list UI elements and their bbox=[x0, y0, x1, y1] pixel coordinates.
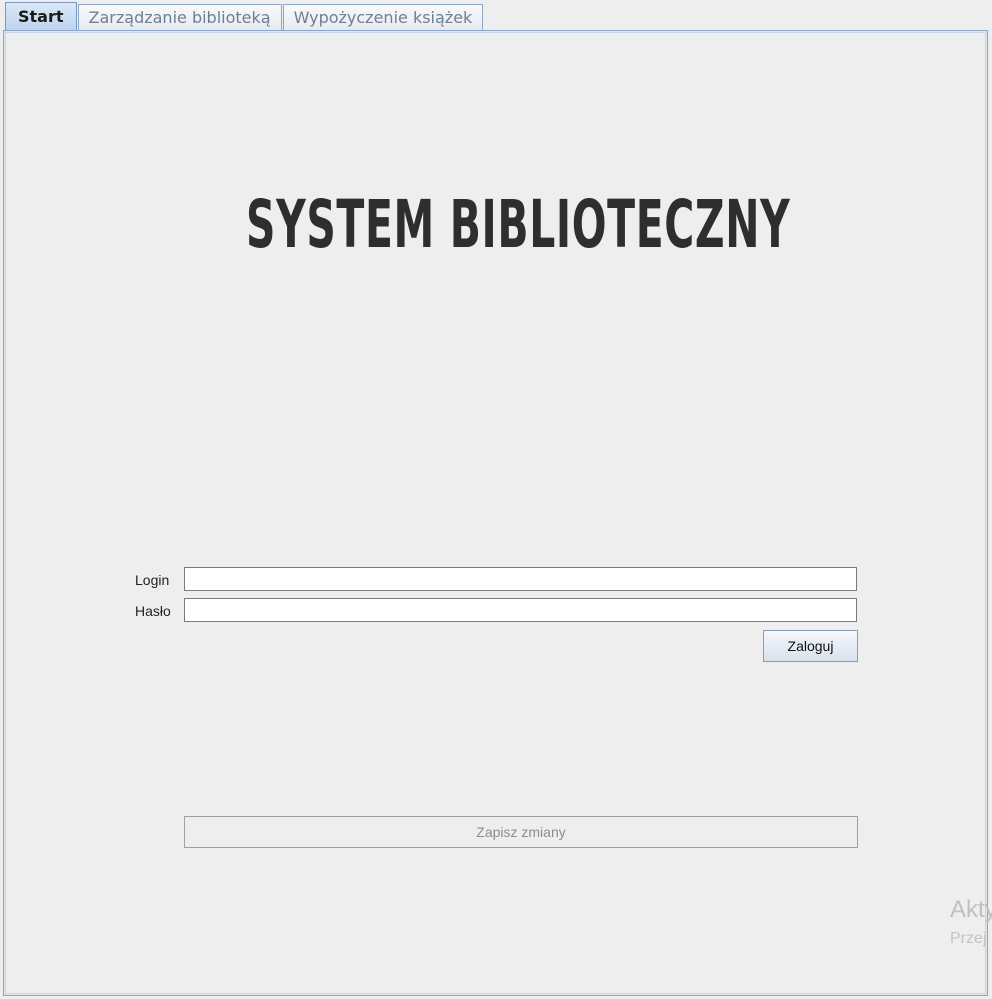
tab-book-lending[interactable]: Wypożyczenie książek bbox=[282, 4, 484, 30]
save-changes-button[interactable]: Zapisz zmiany bbox=[184, 816, 858, 848]
application-window: Start Zarządzanie biblioteką Wypożyczeni… bbox=[0, 0, 992, 999]
login-field[interactable] bbox=[184, 567, 857, 591]
activation-watermark-subtitle: Przej bbox=[950, 930, 987, 947]
tab-start[interactable]: Start bbox=[5, 2, 77, 30]
login-button[interactable]: Zaloguj bbox=[763, 630, 858, 662]
login-label: Login bbox=[135, 572, 170, 588]
password-field[interactable] bbox=[184, 598, 857, 622]
tab-bar: Start Zarządzanie biblioteką Wypożyczeni… bbox=[5, 2, 484, 30]
tab-library-management[interactable]: Zarządzanie biblioteką bbox=[77, 4, 282, 30]
tab-panel-start bbox=[3, 30, 988, 996]
password-label: Hasło bbox=[135, 603, 171, 619]
page-title: SYSTEM BIBLIOTECZNY bbox=[246, 186, 791, 263]
activation-watermark-title: Akty bbox=[950, 896, 992, 923]
